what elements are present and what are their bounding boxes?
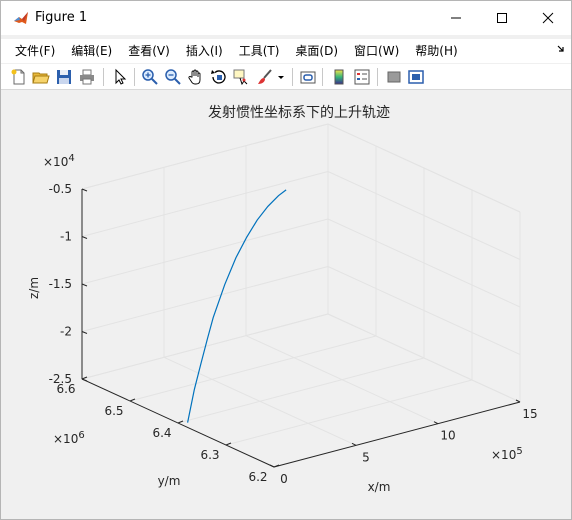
axes-3d-plot[interactable]: 0510156.26.36.46.56.6-2.5-2-1.5-1-0.5×10… xyxy=(1,91,571,519)
new-figure-icon[interactable] xyxy=(10,68,28,86)
z-tick xyxy=(81,331,88,334)
grid-line xyxy=(81,218,329,285)
x-tick-label: 15 xyxy=(522,407,537,421)
toolbar-separator xyxy=(292,68,293,86)
save-icon[interactable] xyxy=(55,68,73,86)
zoom-in-icon[interactable] xyxy=(141,68,159,86)
menu-file[interactable]: 文件(F) xyxy=(7,39,63,63)
z-tick xyxy=(81,378,88,382)
toolbar xyxy=(1,64,571,90)
menu-overflow-icon[interactable] xyxy=(557,45,565,56)
x-axis-label: x/m xyxy=(368,480,391,494)
menu-edit[interactable]: 编辑(E) xyxy=(63,39,120,63)
chart-title: 发射惯性坐标系下的上升轨迹 xyxy=(208,104,390,121)
grid-line xyxy=(81,171,329,237)
rotate-3d-icon[interactable] xyxy=(210,68,228,86)
data-cursor-icon[interactable] xyxy=(232,68,250,86)
maximize-button[interactable] xyxy=(479,1,525,35)
title-bar: Figure 1 xyxy=(1,1,571,35)
z-tick xyxy=(81,283,88,287)
menu-tools[interactable]: 工具(T) xyxy=(231,39,288,63)
z-tick-label: -2 xyxy=(60,325,72,339)
toolbar-separator xyxy=(103,68,104,86)
close-button[interactable] xyxy=(525,1,571,35)
pan-icon[interactable] xyxy=(187,68,205,86)
brush-icon[interactable] xyxy=(256,68,274,86)
trajectory-line[interactable] xyxy=(187,189,287,423)
grid-line xyxy=(129,335,377,402)
x-tick xyxy=(269,464,275,468)
link-plot-icon[interactable] xyxy=(299,68,317,86)
y-tick-label: 6.5 xyxy=(104,404,123,418)
z-exponent: ×104 xyxy=(43,153,75,169)
print-icon[interactable] xyxy=(78,68,96,86)
menu-insert[interactable]: 插入(I) xyxy=(178,39,231,63)
menu-window[interactable]: 窗口(W) xyxy=(346,39,407,63)
figure-canvas: 0 5 10 15 6.2 6.3 6.4 6.5 6.6 -2.5 -2 -1.5 -1 -0.5 ×10… xyxy=(1,91,571,519)
z-tick xyxy=(81,236,88,239)
x-tick xyxy=(433,421,439,425)
figure-window: Figure 1 文件(F) 编辑(E) 查看(V) 插入(I) 工具(T) 桌… xyxy=(0,0,572,520)
z-tick-label: -0.5 xyxy=(49,182,72,196)
grid-line xyxy=(81,266,329,332)
menu-view[interactable]: 查看(V) xyxy=(120,39,178,63)
window-title: Figure 1 xyxy=(35,10,88,25)
grid-line xyxy=(225,379,473,446)
x-tick-label: 10 xyxy=(440,429,455,443)
y-tick-label: 6.3 xyxy=(200,448,219,462)
y-tick-label: 6.2 xyxy=(248,470,267,484)
minimize-button[interactable] xyxy=(433,1,479,35)
x-tick xyxy=(515,399,521,403)
menu-bar: 文件(F) 编辑(E) 查看(V) 插入(I) 工具(T) 桌面(D) 窗口(W… xyxy=(1,39,571,63)
y-axis-label: y/m xyxy=(158,474,181,488)
hide-plot-tools-icon[interactable] xyxy=(385,68,403,86)
y-exponent: ×106 xyxy=(53,430,85,446)
toolbar-separator xyxy=(322,68,323,86)
colorbar-icon[interactable] xyxy=(330,68,348,86)
box-edge xyxy=(81,123,329,190)
menu-help[interactable]: 帮助(H) xyxy=(407,39,465,63)
zoom-out-icon[interactable] xyxy=(164,68,182,86)
x-tick-label: 0 xyxy=(280,472,288,486)
legend-icon[interactable] xyxy=(353,68,371,86)
show-plot-tools-icon[interactable] xyxy=(407,68,425,86)
z-tick xyxy=(81,188,88,192)
x-axis-line xyxy=(273,401,521,468)
matlab-icon xyxy=(13,10,29,26)
z-tick-label: -1.5 xyxy=(49,277,72,291)
pointer-icon[interactable] xyxy=(111,68,129,86)
menu-desktop[interactable]: 桌面(D) xyxy=(287,39,346,63)
x-tick-label: 5 xyxy=(362,450,370,464)
x-tick xyxy=(351,442,357,446)
toolbar-separator xyxy=(377,68,378,86)
toolbar-separator xyxy=(134,68,135,86)
open-file-icon[interactable] xyxy=(32,68,50,86)
z-axis-label: z/m xyxy=(27,277,41,299)
z-tick-label: -2.5 xyxy=(49,372,72,386)
y-tick-label: 6.4 xyxy=(152,426,171,440)
grid-line xyxy=(177,357,425,424)
dropdown-arrow-icon[interactable] xyxy=(276,68,286,86)
z-tick-label: -1 xyxy=(60,230,72,244)
x-exponent: ×105 xyxy=(491,446,523,462)
